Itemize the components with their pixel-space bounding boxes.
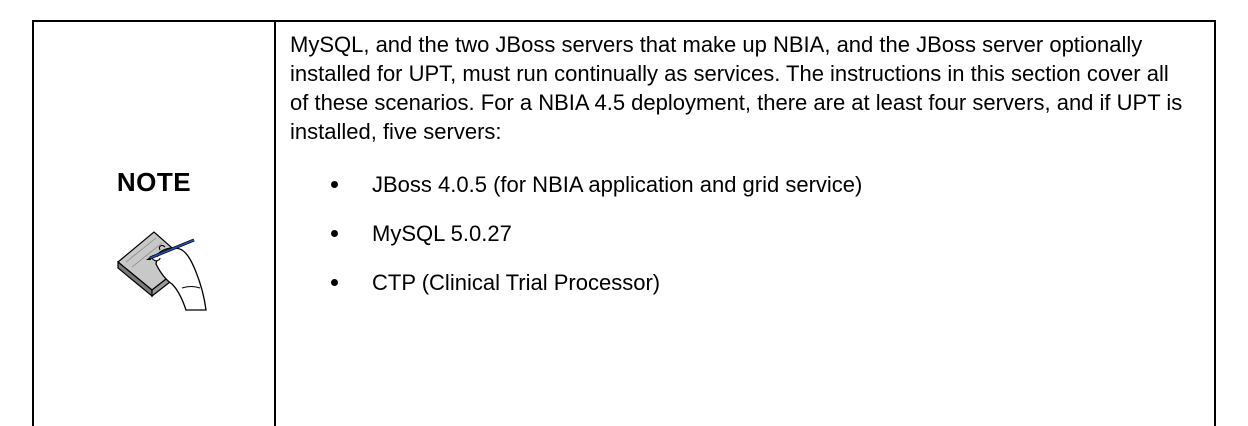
- note-content-cell: MySQL, and the two JBoss servers that ma…: [290, 30, 1190, 297]
- bullet-icon: [331, 230, 338, 237]
- list-item: MySQL 5.0.27: [290, 219, 1190, 248]
- list-item-text: MySQL 5.0.27: [372, 221, 512, 246]
- bullet-icon: [331, 181, 338, 188]
- list-item: CTP (Clinical Trial Processor): [290, 268, 1190, 297]
- list-item-text: JBoss 4.0.5 (for NBIA application and gr…: [372, 172, 863, 197]
- server-list: JBoss 4.0.5 (for NBIA application and gr…: [290, 170, 1190, 297]
- note-label: NOTE: [116, 167, 192, 197]
- list-item-text: CTP (Clinical Trial Processor): [372, 270, 661, 295]
- bullet-icon: [331, 279, 338, 286]
- note-label-cell: NOTE: [34, 22, 276, 426]
- list-item: JBoss 4.0.5 (for NBIA application and gr…: [290, 170, 1190, 199]
- note-paragraph: MySQL, and the two JBoss servers that ma…: [290, 32, 1183, 144]
- hand-writing-on-notepad-icon: [117, 231, 207, 311]
- note-table: NOTE MySQL, and the two JBoss servers th…: [32, 20, 1216, 426]
